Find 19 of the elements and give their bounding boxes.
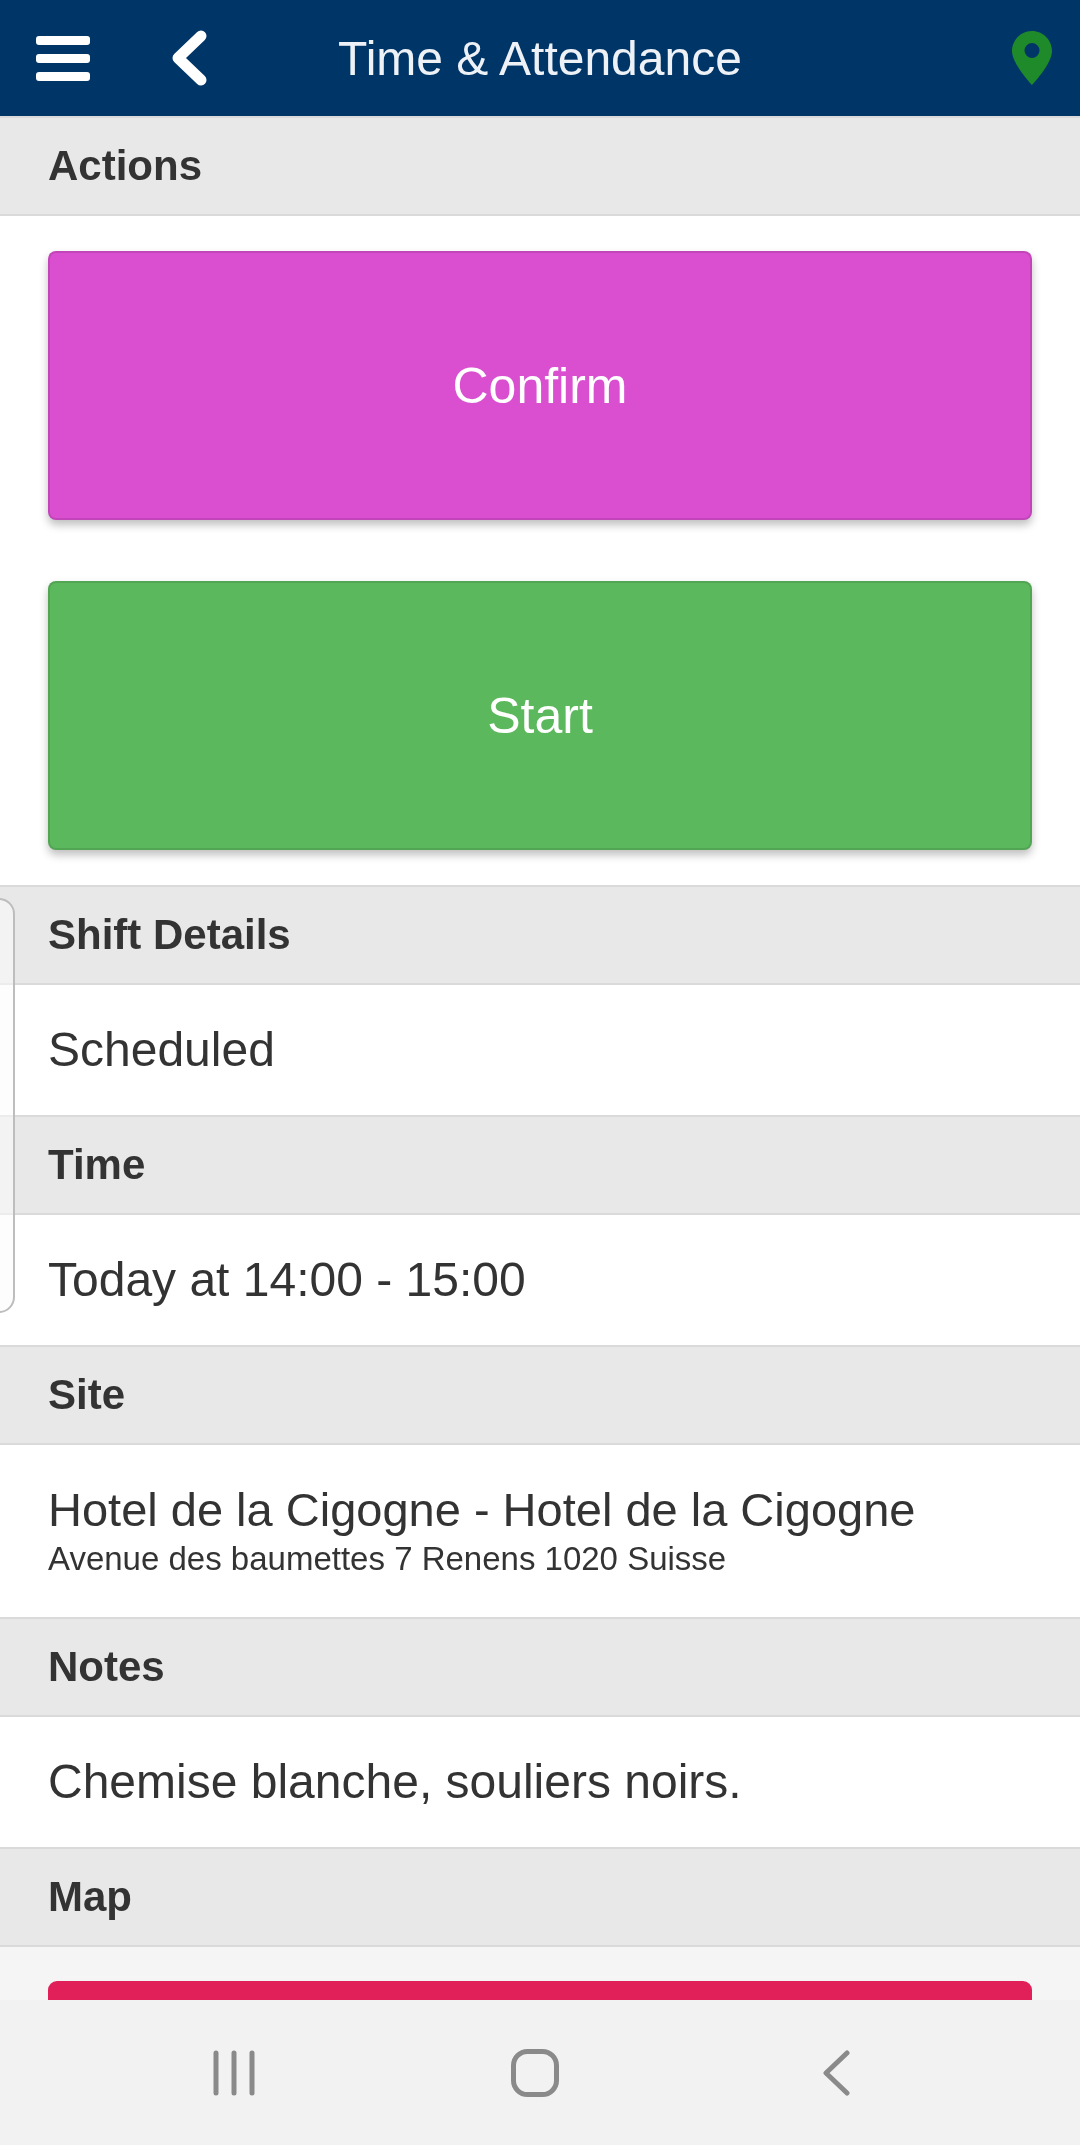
section-header: Map xyxy=(48,1873,132,1921)
site-name: Hotel de la Cigogne - Hotel de la Cigogne xyxy=(48,1482,916,1538)
action-button[interactable]: Confirm xyxy=(48,251,1032,520)
section-header: Time xyxy=(48,1141,146,1189)
detail-value: Today at 14:00 - 15:00 xyxy=(48,1252,526,1308)
detail-value: Scheduled xyxy=(48,1022,275,1078)
menu-icon[interactable] xyxy=(36,35,90,81)
back-icon[interactable] xyxy=(170,30,208,86)
home-icon[interactable] xyxy=(510,2048,559,2097)
recents-icon[interactable] xyxy=(212,2049,255,2096)
section-header: Shift Details xyxy=(48,911,291,959)
site-address: Avenue des baumettes 7 Renens 1020 Suisse xyxy=(48,1539,727,1579)
section-header: Notes xyxy=(48,1643,165,1691)
detail-value: Chemise blanche, souliers noirs. xyxy=(48,1754,742,1810)
screen-title: Time & Attendance xyxy=(338,30,742,86)
section-header: Actions xyxy=(48,142,202,190)
section-header: Site xyxy=(48,1371,126,1419)
location-pin-icon[interactable] xyxy=(1012,31,1052,85)
action-button[interactable]: Start xyxy=(48,581,1032,850)
